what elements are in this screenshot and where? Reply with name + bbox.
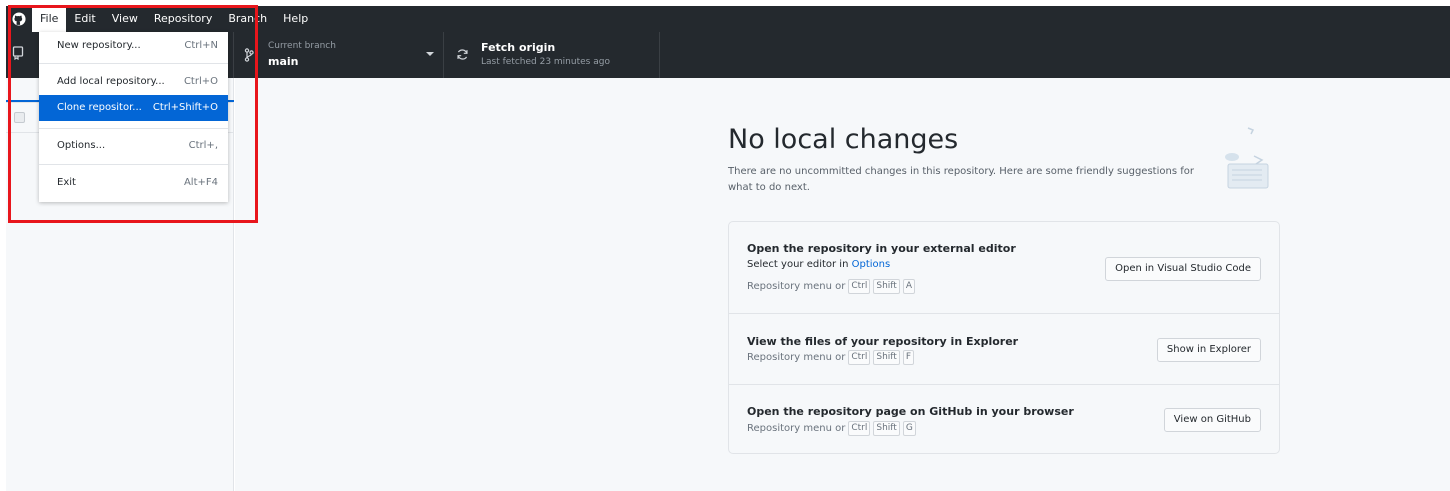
options-link[interactable]: Options [852, 259, 891, 270]
page-description: There are no uncommitted changes in this… [728, 166, 1194, 193]
view-on-github-button[interactable]: View on GitHub [1163, 408, 1261, 432]
highlight-annotation [8, 5, 258, 223]
show-in-explorer-button[interactable]: Show in Explorer [1156, 338, 1261, 362]
action-view-on-github: Open the repository page on GitHub in yo… [729, 384, 1279, 453]
action-title: Open the repository page on GitHub in yo… [747, 405, 1074, 418]
shortcut-hint-text: Repository menu or [747, 352, 846, 363]
shortcut-hint: Repository menu or Ctrl Shift A [747, 279, 915, 294]
current-branch-label: Current branch [268, 41, 336, 51]
last-fetched-text: Last fetched 23 minutes ago [481, 57, 610, 67]
kbd-ctrl: Ctrl [848, 350, 871, 365]
action-show-in-explorer: View the files of your repository in Exp… [729, 313, 1279, 384]
kbd-shift: Shift [873, 421, 900, 436]
shortcut-hint: Repository menu or Ctrl Shift G [747, 421, 916, 436]
shortcut-hint-text: Repository menu or [747, 281, 846, 292]
sync-icon [456, 48, 469, 64]
action-description: Select your editor in Options [747, 259, 890, 270]
current-branch-button[interactable]: Current branch main [234, 32, 444, 78]
action-description-text: Select your editor in [747, 259, 852, 270]
kbd-shift: Shift [873, 350, 900, 365]
fetch-origin-label: Fetch origin [481, 41, 556, 54]
kbd-a: A [902, 279, 915, 294]
kbd-g: G [902, 421, 916, 436]
no-changes-view: No local changes There are no uncommitte… [235, 78, 1450, 491]
shortcut-hint: Repository menu or Ctrl Shift F [747, 350, 915, 365]
fetch-origin-button[interactable]: Fetch origin Last fetched 23 minutes ago [444, 32, 660, 78]
current-branch-value: main [268, 55, 299, 68]
shortcut-hint-text: Repository menu or [747, 423, 846, 434]
chevron-down-icon [426, 52, 434, 56]
suggested-actions-panel: Open the repository in your external edi… [728, 221, 1280, 454]
kbd-f: F [902, 350, 915, 365]
action-title: Open the repository in your external edi… [747, 242, 1016, 255]
kbd-ctrl: Ctrl [848, 421, 871, 436]
action-open-external-editor: Open the repository in your external edi… [729, 222, 1279, 313]
open-in-vscode-button[interactable]: Open in Visual Studio Code [1105, 257, 1261, 281]
no-changes-illustration [1210, 124, 1280, 194]
page-title: No local changes [728, 124, 959, 155]
action-title: View the files of your repository in Exp… [747, 335, 1019, 348]
kbd-ctrl: Ctrl [848, 279, 871, 294]
kbd-shift: Shift [873, 279, 900, 294]
menu-help[interactable]: Help [275, 6, 316, 32]
